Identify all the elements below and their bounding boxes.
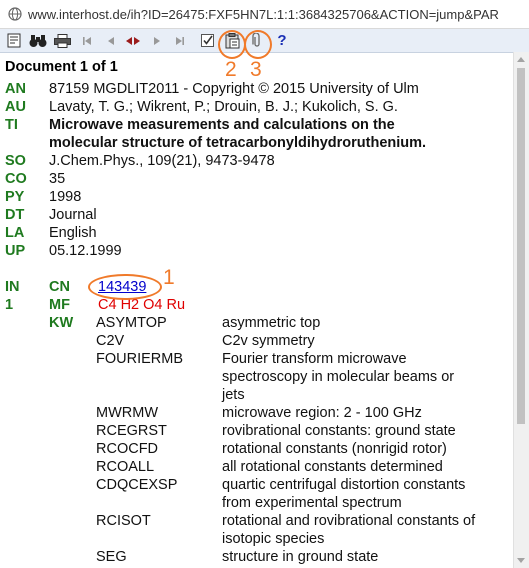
field-label: TI [5, 117, 18, 133]
kw-desc: rotational constants (nonrigid rotor) [222, 441, 447, 457]
annotation-1: 1 [163, 266, 175, 289]
highlight-ring-attach [244, 30, 272, 59]
address-bar[interactable]: www.interhost.de/ih?ID=26475:FXF5HN7L:1:… [0, 0, 529, 29]
last-icon[interactable] [173, 32, 187, 49]
field-label: UP [5, 243, 26, 259]
field-value: Microwave measurements and calculations … [49, 117, 395, 133]
kw-desc: C2v symmetry [222, 333, 315, 349]
kw-row-2c: jets [0, 386, 514, 404]
field-value: 05.12.1999 [49, 243, 122, 259]
field-an: AN 87159 MGDLIT2011 - Copyright © 2015 U… [0, 80, 514, 98]
mf-label: MF [49, 297, 70, 313]
document-view: Document 1 of 1 AN 87159 MGDLIT2011 - Co… [0, 57, 514, 568]
kw-label: KW [49, 315, 74, 331]
field-py: PY 1998 [0, 188, 514, 206]
help-icon[interactable]: ? [276, 32, 288, 49]
kw-desc: rotational and rovibrational constants o… [222, 513, 476, 529]
index-mf-row: 1 MF C4 H2 O4 Ru [0, 296, 514, 314]
kw-row-8: RCISOT rotational and rovibrational cons… [0, 512, 514, 530]
kw-code: CDQCEXSP [96, 477, 178, 493]
kw-row-2: FOURIERMB Fourier transform microwave [0, 350, 514, 368]
kw-code: SEG [96, 549, 127, 565]
highlight-ring-clipboard [218, 30, 246, 59]
field-dt: DT Journal [0, 206, 514, 224]
kw-desc: spectroscopy in molecular beams or [222, 369, 455, 385]
kw-code: FOURIERMB [96, 351, 183, 367]
field-value: Journal [49, 207, 97, 223]
field-value: 1998 [49, 189, 82, 205]
kw-desc: all rotational constants determined [222, 459, 443, 475]
kw-code: RCOCFD [96, 441, 159, 457]
url-text[interactable]: www.interhost.de/ih?ID=26475:FXF5HN7L:1:… [28, 7, 499, 22]
highlight-ring-cn [88, 274, 162, 300]
jump-icon[interactable] [124, 32, 142, 49]
kw-desc: microwave region: 2 - 100 GHz [222, 405, 422, 421]
kw-code: RCEGRST [96, 423, 167, 439]
index-label: IN [5, 279, 20, 295]
kw-code: RCISOT [96, 513, 151, 529]
field-ti-cont: molecular structure of tetracarbonyldihy… [0, 134, 514, 152]
kw-desc: quartic centrifugal distortion constants [222, 477, 466, 493]
print-icon[interactable] [53, 32, 71, 49]
kw-code: RCOALL [96, 459, 155, 475]
field-label: DT [5, 207, 25, 223]
field-label: SO [5, 153, 26, 169]
kw-desc: asymmetric top [222, 315, 321, 331]
first-icon[interactable] [80, 32, 94, 49]
kw-row-6: RCOALL all rotational constants determin… [0, 458, 514, 476]
kw-code: MWRMW [96, 405, 159, 421]
kw-row-0: KW ASYMTOP asymmetric top [0, 314, 514, 332]
field-value: molecular structure of tetracarbonyldihy… [49, 135, 427, 151]
globe-icon [8, 7, 22, 21]
field-value: 87159 MGDLIT2011 - Copyright © 2015 Univ… [49, 81, 419, 97]
kw-desc: jets [222, 387, 245, 403]
field-value: Lavaty, T. G.; Wikrent, P.; Drouin, B. J… [49, 99, 398, 115]
next-icon[interactable] [151, 32, 163, 49]
scroll-up-icon[interactable] [517, 57, 525, 62]
document-icon[interactable] [6, 32, 22, 49]
field-label: AU [5, 99, 26, 115]
field-label: CO [5, 171, 27, 187]
annotation-3: 3 [250, 58, 262, 81]
scroll-down-icon[interactable] [517, 558, 525, 563]
kw-row-9: SEG structure in ground state [0, 548, 514, 566]
field-au: AU Lavaty, T. G.; Wikrent, P.; Drouin, B… [0, 98, 514, 116]
field-ti: TI Microwave measurements and calculatio… [0, 116, 514, 134]
annotation-2: 2 [225, 58, 237, 81]
field-value: J.Chem.Phys., 109(21), 9473-9478 [49, 153, 275, 169]
document-header: Document 1 of 1 [5, 59, 118, 75]
field-value: English [49, 225, 97, 241]
field-co: CO 35 [0, 170, 514, 188]
kw-row-7b: from experimental spectrum [0, 494, 514, 512]
prev-icon[interactable] [104, 32, 118, 49]
field-label: AN [5, 81, 26, 97]
field-so: SO J.Chem.Phys., 109(21), 9473-9478 [0, 152, 514, 170]
field-label: LA [5, 225, 25, 241]
cn-label: CN [49, 279, 70, 295]
kw-code: C2V [96, 333, 125, 349]
kw-row-8b: isotopic species [0, 530, 514, 548]
field-label: PY [5, 189, 25, 205]
kw-desc: isotopic species [222, 531, 325, 547]
kw-row-5: RCOCFD rotational constants (nonrigid ro… [0, 440, 514, 458]
kw-row-3: MWRMW microwave region: 2 - 100 GHz [0, 404, 514, 422]
checkbox-icon[interactable] [200, 32, 214, 49]
field-up: UP 05.12.1999 [0, 242, 514, 260]
kw-row-1: C2V C2v symmetry [0, 332, 514, 350]
vertical-scrollbar[interactable] [513, 52, 529, 568]
kw-row-7: CDQCEXSP quartic centrifugal distortion … [0, 476, 514, 494]
index-cn-row: IN CN 143439 [0, 278, 514, 296]
index-number: 1 [5, 297, 14, 313]
binoculars-icon[interactable] [28, 32, 48, 49]
kw-desc: rovibrational constants: ground state [222, 423, 456, 439]
field-la: LA English [0, 224, 514, 242]
kw-desc: Fourier transform microwave [222, 351, 407, 367]
kw-row-2b: spectroscopy in molecular beams or [0, 368, 514, 386]
kw-code: ASYMTOP [96, 315, 167, 331]
scrollbar-thumb[interactable] [517, 68, 525, 424]
field-value: 35 [49, 171, 66, 187]
kw-row-4: RCEGRST rovibrational constants: ground … [0, 422, 514, 440]
kw-desc: structure in ground state [222, 549, 379, 565]
kw-desc: from experimental spectrum [222, 495, 402, 511]
